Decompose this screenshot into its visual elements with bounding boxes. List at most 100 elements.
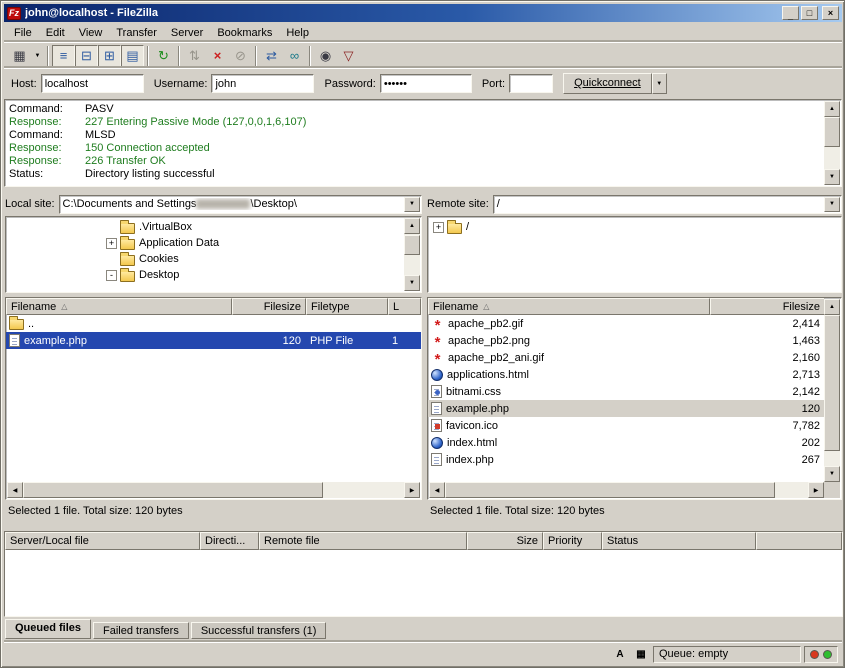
scroll-right-button[interactable]: ▶ [404,482,420,498]
filter-button[interactable]: ▽ [337,45,360,67]
column-header-priority[interactable]: Priority [543,532,602,550]
titlebar[interactable]: Fz john@localhost - FileZilla _ □ × [4,4,842,22]
transfer-type-icon[interactable]: A [611,646,629,662]
tree-expander-icon[interactable]: + [433,222,444,233]
numpad-icon[interactable]: ▦ [632,646,650,662]
quickconnect-dropdown[interactable]: ▼ [652,73,667,94]
password-input[interactable] [380,74,472,93]
column-header-status[interactable]: Status [602,532,756,550]
toggle-remote-tree-button[interactable]: ⊞ [98,45,121,67]
menu-item-transfer[interactable]: Transfer [109,25,164,41]
column-header-filetype[interactable]: Filetype [306,298,388,315]
username-input[interactable] [211,74,314,93]
tree-item-application-data[interactable]: + Application Data [6,235,403,251]
scroll-down-button[interactable]: ▼ [824,169,840,185]
host-input[interactable] [41,74,144,93]
log-splitter[interactable] [4,187,842,194]
tree-expander-icon[interactable]: + [106,238,117,249]
local-list-hscrollbar[interactable]: ◀ ▶ [7,482,420,498]
column-header-lastmodified[interactable]: L [388,298,421,315]
column-header-server-local-file[interactable]: Server/Local file [5,532,200,550]
scrollbar-thumb[interactable] [824,315,840,451]
tree-item-cookies[interactable]: Cookies [6,251,403,267]
tree-item-desktop[interactable]: - Desktop [6,267,403,283]
menu-item-file[interactable]: File [7,25,39,41]
site-manager-dropdown-icon[interactable]: ▼ [31,45,44,67]
file-row[interactable]: *apache_pb2.gif 2,414 [428,315,825,332]
scroll-up-button[interactable]: ▲ [824,299,840,315]
tab-failed-transfers[interactable]: Failed transfers [93,622,189,639]
refresh-button[interactable]: ↻ [152,45,175,67]
local-file-list: Filename△ Filesize Filetype L .. example… [5,297,422,500]
scrollbar-thumb[interactable] [445,482,775,498]
menu-item-bookmarks[interactable]: Bookmarks [210,25,279,41]
maximize-button[interactable]: □ [801,6,818,20]
file-row-example-php[interactable]: example.php 120 PHP File 1 [6,332,421,349]
scroll-up-button[interactable]: ▲ [404,218,420,234]
scroll-left-button[interactable]: ◀ [7,482,23,498]
file-row[interactable]: index.php 267 [428,451,825,468]
synchronized-browsing-button[interactable]: ∞ [283,45,306,67]
column-header-remote-file[interactable]: Remote file [259,532,467,550]
menu-item-edit[interactable]: Edit [39,25,72,41]
file-row[interactable]: favicon.ico 7,782 [428,417,825,434]
file-row[interactable]: index.html 202 [428,434,825,451]
scrollbar-thumb[interactable] [824,117,840,147]
remote-list-hscrollbar[interactable]: ◀ ▶ [429,482,824,498]
column-header-size[interactable]: Size [467,532,543,550]
combo-dropdown-icon[interactable]: ▼ [404,197,420,212]
tree-item-virtualbox[interactable]: .VirtualBox [6,219,403,235]
menu-item-view[interactable]: View [72,25,110,41]
column-header-filesize[interactable]: Filesize [232,298,306,315]
message-log: Command:PASV Response:227 Entering Passi… [4,99,842,187]
tree-expander-icon[interactable]: - [106,270,117,281]
folder-icon [9,319,24,330]
local-site-combo[interactable]: C:\Documents and Settings\Desktop\ ▼ [59,195,422,214]
toggle-local-tree-button[interactable]: ⊟ [75,45,98,67]
remote-list-vscrollbar[interactable]: ▲ ▼ [824,299,840,482]
scroll-down-button[interactable]: ▼ [824,466,840,482]
scroll-right-button[interactable]: ▶ [808,482,824,498]
disconnect-button[interactable]: ⊘ [229,45,252,67]
file-row-example-php[interactable]: example.php 120 [428,400,825,417]
column-header-filename[interactable]: Filename△ [428,298,710,315]
close-button[interactable]: × [822,6,839,20]
menu-item-help[interactable]: Help [279,25,316,41]
directory-comparison-button[interactable]: ⇄ [260,45,283,67]
column-header-filesize[interactable]: Filesize [710,298,825,315]
minimize-button[interactable]: _ [782,6,799,20]
remote-file-list: Filename△ Filesize *apache_pb2.gif 2,414… [427,297,842,500]
file-row[interactable]: applications.html 2,713 [428,366,825,383]
toggle-queue-button[interactable]: ▤ [121,45,144,67]
folder-up-row[interactable]: .. [6,315,421,332]
remote-site-combo[interactable]: / ▼ [493,195,842,214]
scrollbar-thumb[interactable] [404,235,420,255]
site-manager-button[interactable]: ▦ [8,45,31,67]
cancel-button[interactable]: × [206,45,229,67]
log-scrollbar[interactable]: ▲ ▼ [824,101,840,185]
file-row[interactable]: bitnami.css 2,142 [428,383,825,400]
process-queue-button[interactable]: ⇅ [183,45,206,67]
port-input[interactable] [509,74,553,93]
combo-dropdown-icon[interactable]: ▼ [824,197,840,212]
find-files-button[interactable]: ◉ [314,45,337,67]
tree-item-root[interactable]: + / [428,219,841,235]
scroll-up-button[interactable]: ▲ [824,101,840,117]
tab-queued-files[interactable]: Queued files [5,619,91,639]
column-header-direction[interactable]: Directi... [200,532,259,550]
file-row[interactable]: *apache_pb2.png 1,463 [428,332,825,349]
tab-successful-transfers[interactable]: Successful transfers (1) [191,622,327,639]
scroll-left-button[interactable]: ◀ [429,482,445,498]
column-header-filename[interactable]: Filename△ [6,298,232,315]
scroll-down-button[interactable]: ▼ [404,275,420,291]
toolbar-separator [309,46,311,66]
local-tree-scrollbar[interactable]: ▲ ▼ [404,218,420,291]
scrollbar-thumb[interactable] [23,482,323,498]
queue-splitter[interactable] [4,520,842,531]
toggle-log-button[interactable]: ≡ [52,45,75,67]
menu-item-server[interactable]: Server [164,25,210,41]
file-row[interactable]: *apache_pb2_ani.gif 2,160 [428,349,825,366]
status-led-red [810,650,819,659]
quickconnect-button[interactable]: Quickconnect [563,73,652,94]
queue-body[interactable] [5,550,842,616]
